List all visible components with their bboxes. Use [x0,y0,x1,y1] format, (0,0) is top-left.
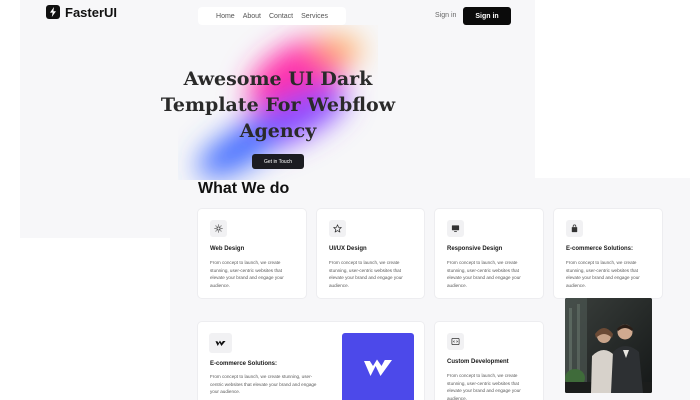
lightning-icon [46,5,60,19]
main-nav: Home About Contact Services [198,7,346,25]
card-title: UI/UX Design [329,246,367,252]
brand-logo[interactable]: FasterUI [46,4,118,20]
card-title: E-commerce Solutions: [566,246,634,252]
service-card-custom-development[interactable]: Custom Development From concept to launc… [435,322,543,400]
card-description: From concept to launch, we create stunni… [210,374,317,394]
webflow-icon [209,333,232,353]
nav-link-about[interactable]: About [243,13,261,20]
sign-in-button[interactable]: Sign in [463,7,511,25]
brand-name: FasterUI [65,4,118,20]
service-card-web-design[interactable]: Web Design From concept to launch, we cr… [198,209,306,298]
nav-link-services[interactable]: Services [301,13,328,20]
card-title: Web Design [210,246,245,252]
star-icon [329,220,346,237]
monitor-icon [447,220,464,237]
webflow-logo-tile [342,333,414,400]
card-description: From concept to launch, we create stunni… [210,260,284,288]
sign-in-link[interactable]: Sign in [435,12,456,19]
card-description: From concept to launch, we create stunni… [566,260,640,288]
card-description: From concept to launch, we create stunni… [447,260,521,288]
nav-link-contact[interactable]: Contact [269,13,293,20]
card-title: E-commerce Solutions: [210,361,278,367]
card-description: From concept to launch, we create stunni… [329,260,403,288]
team-photo [565,298,652,393]
shopping-bag-icon [566,220,583,237]
get-in-touch-button[interactable]: Get in Touch [252,154,304,169]
hero-title: Awesome UI Dark Template For Webflow Age… [160,68,396,142]
service-card-ui-ux-design[interactable]: UI/UX Design From concept to launch, we … [317,209,424,298]
webflow-icon [364,359,392,376]
services-title: What We do [198,180,290,197]
nav-link-home[interactable]: Home [216,13,235,20]
sun-icon [210,220,227,237]
service-card-responsive-design[interactable]: Responsive Design From concept to launch… [435,209,543,298]
card-description: From concept to launch, we create stunni… [447,373,521,400]
service-card-ecommerce-solutions[interactable]: E-commerce Solutions: From concept to la… [554,209,662,298]
code-icon [447,333,464,350]
card-title: Responsive Design [447,246,503,252]
card-title: Custom Development [447,359,509,365]
